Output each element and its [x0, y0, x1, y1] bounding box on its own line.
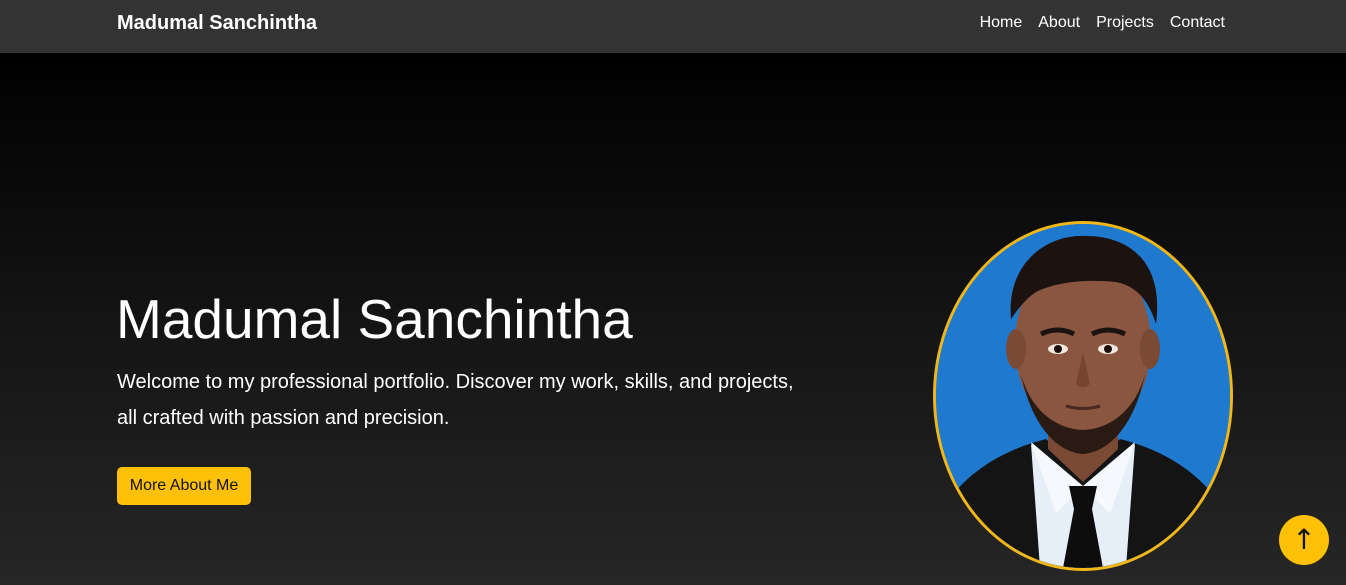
- hero-section: Madumal Sanchintha Welcome to my profess…: [0, 53, 1346, 585]
- nav-link-contact[interactable]: Contact: [1170, 14, 1225, 32]
- nav-links: Home About Projects Contact: [980, 14, 1225, 32]
- navbar: Madumal Sanchintha Home About Projects C…: [0, 0, 1346, 53]
- scroll-to-top-button[interactable]: ↑: [1279, 515, 1329, 565]
- profile-photo: [933, 221, 1233, 571]
- hero-subtitle: Welcome to my professional portfolio. Di…: [117, 371, 794, 429]
- profile-photo-illustration: [936, 224, 1230, 568]
- hero-title: Madumal Sanchintha: [116, 288, 633, 350]
- brand-link[interactable]: Madumal Sanchintha: [117, 12, 317, 35]
- nav-link-about[interactable]: About: [1038, 14, 1080, 32]
- arrow-up-icon: ↑: [1292, 523, 1316, 556]
- nav-link-projects[interactable]: Projects: [1096, 14, 1154, 32]
- nav-link-home[interactable]: Home: [980, 14, 1023, 32]
- more-about-me-button[interactable]: More About Me: [117, 467, 251, 505]
